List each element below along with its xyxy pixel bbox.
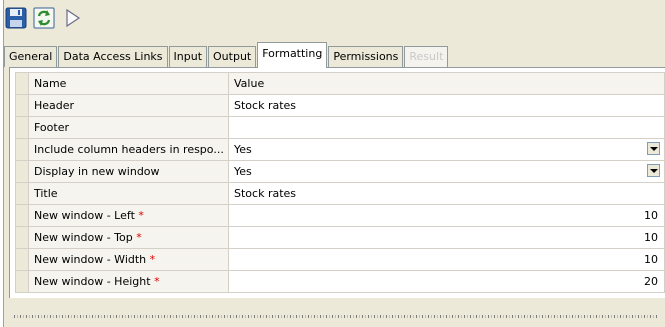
- property-name: Title: [28, 182, 229, 205]
- property-value-field[interactable]: Stock rates: [228, 182, 665, 205]
- property-value-field[interactable]: [228, 116, 665, 139]
- property-name-label: New window - Top: [34, 231, 133, 244]
- chevron-down-icon: [649, 168, 658, 173]
- property-name-label: New window - Left: [34, 209, 135, 222]
- refresh-icon: [33, 7, 55, 29]
- property-grid: Name Value Header Stock rates Footer Inc…: [15, 72, 665, 293]
- chevron-down-icon: [649, 146, 658, 151]
- dropdown-button[interactable]: [647, 142, 660, 155]
- table-row[interactable]: Display in new window Yes: [15, 160, 665, 183]
- property-value-field[interactable]: 10: [228, 226, 665, 249]
- row-selector[interactable]: [15, 226, 29, 249]
- column-header-value[interactable]: Value: [228, 72, 665, 95]
- run-button[interactable]: [60, 6, 84, 30]
- dropdown-value: Yes: [234, 165, 252, 178]
- property-value-field[interactable]: 20: [228, 270, 665, 293]
- property-value-dropdown[interactable]: Yes: [228, 138, 665, 161]
- table-row[interactable]: New window - Height * 20: [15, 270, 665, 293]
- table-row[interactable]: New window - Width * 10: [15, 248, 665, 271]
- formatting-panel: Name Value Header Stock rates Footer Inc…: [9, 67, 665, 298]
- required-marker: *: [154, 275, 160, 288]
- property-value-field[interactable]: Stock rates: [228, 94, 665, 117]
- save-icon: [5, 7, 27, 29]
- row-selector[interactable]: [15, 182, 29, 205]
- property-name: Display in new window: [28, 160, 229, 183]
- table-row[interactable]: Header Stock rates: [15, 94, 665, 117]
- table-row[interactable]: New window - Left * 10: [15, 204, 665, 227]
- property-name: Header: [28, 94, 229, 117]
- row-selector[interactable]: [15, 160, 29, 183]
- row-selector[interactable]: [15, 270, 29, 293]
- required-marker: *: [136, 231, 142, 244]
- property-name: New window - Height *: [28, 270, 229, 293]
- required-marker: *: [149, 253, 156, 266]
- column-header-name[interactable]: Name: [28, 72, 229, 95]
- dropdown-button[interactable]: [647, 164, 660, 177]
- tab-formatting[interactable]: Formatting: [257, 42, 328, 68]
- table-row[interactable]: Footer: [15, 116, 665, 139]
- grid-header-row: Name Value: [15, 72, 665, 95]
- row-selector[interactable]: [15, 116, 29, 139]
- property-value-field[interactable]: 10: [228, 204, 665, 227]
- cropped-text-strip: [14, 315, 659, 318]
- run-icon: [66, 8, 81, 28]
- tab-result: Result: [404, 46, 449, 67]
- property-name: Footer: [28, 116, 229, 139]
- table-row[interactable]: New window - Top * 10: [15, 226, 665, 249]
- tab-output[interactable]: Output: [208, 46, 257, 67]
- row-selector[interactable]: [15, 204, 29, 227]
- property-name-label: New window - Width: [34, 253, 147, 266]
- property-name: New window - Left *: [28, 204, 229, 227]
- dropdown-value: Yes: [234, 143, 252, 156]
- row-selector[interactable]: [15, 248, 29, 271]
- tab-general[interactable]: General: [4, 46, 58, 67]
- tab-permissions[interactable]: Permissions: [328, 46, 404, 67]
- tab-input[interactable]: Input: [168, 46, 208, 67]
- required-marker: *: [138, 209, 144, 222]
- toolbar: [4, 4, 84, 32]
- row-header-corner: [15, 72, 29, 95]
- property-name: New window - Top *: [28, 226, 229, 249]
- property-name: Include column headers in respo...: [28, 138, 229, 161]
- row-selector[interactable]: [15, 138, 29, 161]
- property-value-field[interactable]: 10: [228, 248, 665, 271]
- property-name-label: New window - Height: [34, 275, 151, 288]
- table-row[interactable]: Include column headers in respo... Yes: [15, 138, 665, 161]
- refresh-button[interactable]: [32, 6, 56, 30]
- property-name: New window - Width *: [28, 248, 229, 271]
- tab-data-access-links[interactable]: Data Access Links: [58, 46, 168, 67]
- row-selector[interactable]: [15, 94, 29, 117]
- table-row[interactable]: Title Stock rates: [15, 182, 665, 205]
- save-button[interactable]: [4, 6, 28, 30]
- tab-strip: General Data Access Links Input Output F…: [4, 41, 449, 68]
- property-value-dropdown[interactable]: Yes: [228, 160, 665, 183]
